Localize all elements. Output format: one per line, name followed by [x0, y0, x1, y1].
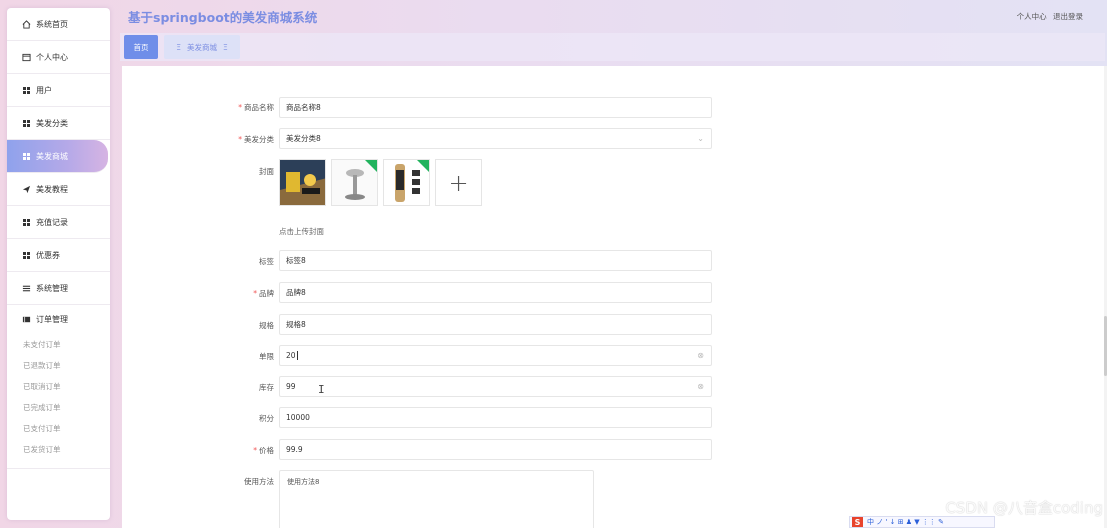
home-icon [20, 19, 32, 29]
sidebar-item-label: 充值记录 [36, 217, 68, 227]
sidebar-sub-paid[interactable]: 已支付订单 [7, 418, 110, 439]
price-input[interactable]: 99.9 [279, 439, 712, 460]
chevron-down-icon: ⌄ [697, 134, 704, 143]
tab-menu-icon: Ξ [223, 42, 228, 52]
tab-home[interactable]: 首页 [124, 35, 158, 59]
category-select[interactable]: 美发分类8 ⌄ [279, 128, 712, 149]
ime-icons: 中 ノ ' ↓ ⊞ ♟ ▼ ⋮⋮ ✎ [867, 518, 944, 526]
badge-corner [417, 160, 429, 172]
sidebar-sub-unpaid[interactable]: 未支付订单 [7, 334, 110, 355]
sidebar-item-label: 美发商城 [36, 151, 68, 161]
grid-icon [20, 218, 32, 226]
sidebar-sub-cancelled[interactable]: 已取消订单 [7, 376, 110, 397]
limit-input[interactable]: 20 ⊗ [279, 345, 712, 366]
usage-label: 使用方法 [244, 477, 274, 486]
stock-input[interactable]: 99 ⊗ [279, 376, 712, 397]
sidebar-item-hair-category[interactable]: 美发分类 [7, 107, 110, 140]
add-cover-button[interactable]: + [435, 159, 482, 206]
sidebar-item-recharge[interactable]: 充值记录 [7, 206, 110, 239]
order-icon [20, 315, 32, 324]
tab-menu-icon: Ξ [176, 42, 181, 52]
sidebar-item-label: 用户 [36, 85, 52, 95]
sidebar-item-profile[interactable]: 个人中心 [7, 41, 110, 74]
cover-image-1[interactable] [279, 159, 326, 206]
sidebar-sub-completed[interactable]: 已完成订单 [7, 397, 110, 418]
grid-icon [20, 86, 32, 94]
text-caret [296, 351, 298, 360]
category-label: * 美发分类 [238, 135, 274, 144]
sidebar-sub-shipped[interactable]: 已发货订单 [7, 439, 110, 460]
tag-label: 标签 [259, 257, 274, 266]
sidebar-item-system[interactable]: 系统管理 [7, 272, 110, 305]
profile-link[interactable]: 个人中心 [1017, 12, 1047, 21]
sidebar-item-users[interactable]: 用户 [7, 74, 110, 107]
upload-tip[interactable]: 点击上传封面 [279, 226, 324, 237]
sidebar-item-home[interactable]: 系统首页 [7, 8, 110, 41]
grid-icon [20, 119, 32, 127]
clear-icon[interactable]: ⊗ [697, 351, 704, 360]
tab-label: 美发商城 [187, 42, 217, 52]
brand-label: * 品牌 [253, 289, 274, 298]
cover-label: 封面 [259, 167, 274, 176]
spec-input[interactable]: 规格8 [279, 314, 712, 335]
cover-gallery: + [279, 159, 482, 206]
stock-value: 99 [286, 382, 296, 391]
spec-label: 规格 [259, 321, 274, 330]
mouse-cursor-icon: I [318, 383, 325, 396]
sidebar-item-label: 订单管理 [36, 315, 68, 324]
points-input[interactable]: 10000 [279, 407, 712, 428]
price-label: * 价格 [253, 446, 274, 455]
clear-icon[interactable]: ⊗ [697, 382, 704, 391]
name-label: * 商品名称 [238, 103, 274, 112]
logout-link[interactable]: 退出登录 [1053, 12, 1083, 21]
sidebar-sub-refunded[interactable]: 已退款订单 [7, 355, 110, 376]
cover-image-3[interactable] [383, 159, 430, 206]
category-value: 美发分类8 [286, 134, 321, 143]
window-icon [20, 53, 32, 62]
sogou-logo-icon: S [852, 517, 863, 527]
csdn-watermark: CSDN @八音盒coding [945, 499, 1103, 517]
ime-toolbar[interactable]: S 中 ノ ' ↓ ⊞ ♟ ▼ ⋮⋮ ✎ [849, 516, 995, 528]
sidebar-item-coupons[interactable]: 优惠券 [7, 239, 110, 272]
badge-corner [365, 160, 377, 172]
sidebar-item-label: 系统首页 [36, 19, 68, 29]
sidebar: 系统首页 个人中心 用户 美发分类 美发商城 美发教程 充值记录 优惠券 系统管… [7, 8, 110, 520]
points-label: 积分 [259, 414, 274, 423]
sidebar-item-label: 美发分类 [36, 118, 68, 128]
sidebar-item-label: 个人中心 [36, 52, 68, 62]
limit-value: 20 [286, 351, 296, 360]
header-links: 个人中心 退出登录 [1013, 11, 1083, 22]
cover-image-2[interactable] [331, 159, 378, 206]
sidebar-item-hair-mall[interactable]: 美发商城 [7, 140, 108, 173]
sidebar-item-orders[interactable]: 订单管理 [7, 305, 110, 334]
menu-icon [20, 284, 32, 293]
grid-icon [20, 152, 32, 160]
tab-hair-mall[interactable]: Ξ 美发商城 Ξ [164, 35, 240, 59]
brand-input[interactable]: 品牌8 [279, 282, 712, 303]
sidebar-item-hair-tutorial[interactable]: 美发教程 [7, 173, 110, 206]
order-sub-list: 未支付订单 已退款订单 已取消订单 已完成订单 已支付订单 已发货订单 [7, 334, 110, 469]
tag-input[interactable]: 标签8 [279, 250, 712, 271]
sidebar-item-label: 美发教程 [36, 184, 68, 194]
name-input[interactable]: 商品名称8 [279, 97, 712, 118]
send-icon [20, 185, 32, 194]
sidebar-item-label: 优惠券 [36, 250, 60, 260]
app-title: 基于springboot的美发商城系统 [128, 10, 318, 25]
usage-textarea[interactable]: 使用方法8 [279, 470, 594, 528]
limit-label: 单限 [259, 352, 274, 361]
stock-label: 库存 [259, 383, 274, 392]
grid-icon [20, 251, 32, 259]
sidebar-item-label: 系统管理 [36, 283, 68, 293]
product-form-panel: * 商品名称 商品名称8 * 美发分类 美发分类8 ⌄ 封面 + 点击上传封面 … [122, 66, 1107, 528]
tab-bar: 首页 Ξ 美发商城 Ξ [120, 33, 1105, 61]
